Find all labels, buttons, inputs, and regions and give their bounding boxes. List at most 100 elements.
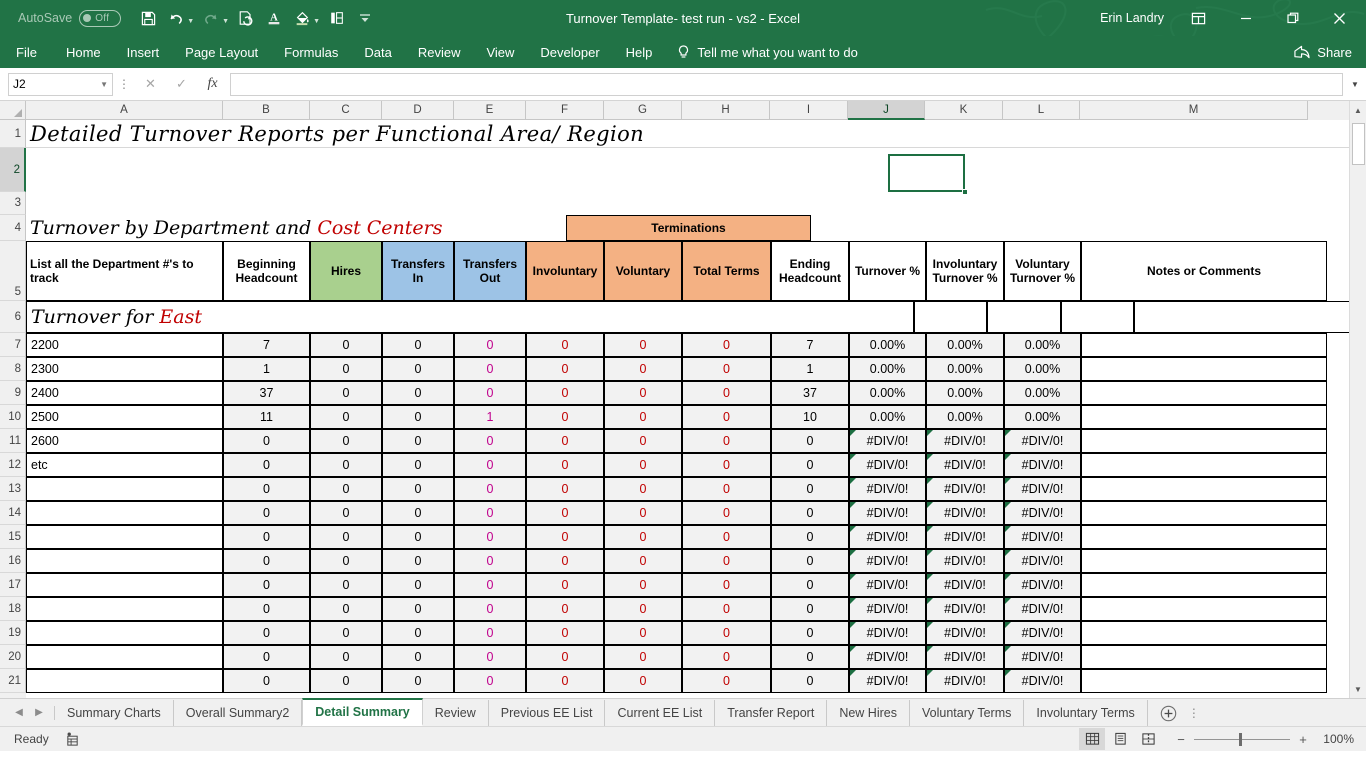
cell-notes[interactable]: [1081, 645, 1327, 669]
row-header-11[interactable]: 11: [0, 429, 26, 453]
cell-xout[interactable]: 0: [454, 429, 526, 453]
cell-ending[interactable]: 0: [771, 501, 849, 525]
formula-bar-grip[interactable]: ⋮: [113, 77, 135, 91]
cell-to_pct[interactable]: 0.00%: [849, 333, 926, 357]
region-header-cell[interactable]: Turnover for East: [26, 301, 914, 333]
sheet-tab-review[interactable]: Review: [423, 700, 489, 726]
cell-invol_pct[interactable]: #DIV/0!: [926, 453, 1004, 477]
cell-invol[interactable]: 0: [526, 357, 604, 381]
cell-xout[interactable]: 0: [454, 453, 526, 477]
cell-ending[interactable]: 37: [771, 381, 849, 405]
cell-dept[interactable]: [26, 669, 223, 693]
cell-invol_pct[interactable]: #DIV/0!: [926, 429, 1004, 453]
vertical-scroll-thumb[interactable]: [1352, 123, 1365, 165]
customize-quick-access-toolbar-icon[interactable]: [352, 5, 378, 31]
cell-vol[interactable]: 0: [604, 381, 682, 405]
cell-invol[interactable]: 0: [526, 669, 604, 693]
undo-dropdown-icon[interactable]: ▼: [187, 18, 194, 25]
cell-to_pct[interactable]: #DIV/0!: [849, 429, 926, 453]
cell-ending[interactable]: 0: [771, 549, 849, 573]
cell-to_pct[interactable]: 0.00%: [849, 381, 926, 405]
cell-total[interactable]: 0: [682, 381, 771, 405]
cell-invol_pct[interactable]: 0.00%: [926, 405, 1004, 429]
cell-ending[interactable]: 0: [771, 477, 849, 501]
cell-invol[interactable]: 0: [526, 621, 604, 645]
column-header-b[interactable]: B: [223, 101, 310, 120]
cell-begin[interactable]: 0: [223, 525, 310, 549]
cell-invol[interactable]: 0: [526, 525, 604, 549]
ribbon-tab-page-layout[interactable]: Page Layout: [172, 36, 271, 68]
column-header-a[interactable]: A: [26, 101, 223, 120]
cell-ending[interactable]: 0: [771, 429, 849, 453]
cell-dept[interactable]: [26, 549, 223, 573]
cell-invol_pct[interactable]: #DIV/0!: [926, 501, 1004, 525]
name-box-dropdown-icon[interactable]: ▼: [100, 80, 108, 89]
sheet-tab-detail-summary[interactable]: Detail Summary: [302, 698, 422, 726]
row-header-1[interactable]: 1: [0, 120, 26, 148]
cell-notes[interactable]: [1081, 621, 1327, 645]
cell-xout[interactable]: 0: [454, 357, 526, 381]
fill-color-icon[interactable]: [289, 5, 315, 31]
cell-vol_pct[interactable]: #DIV/0!: [1004, 573, 1081, 597]
row-header-20[interactable]: 20: [0, 645, 26, 669]
ribbon-tab-developer[interactable]: Developer: [527, 36, 612, 68]
cells-area[interactable]: Detailed Turnover Reports per Functional…: [26, 120, 1366, 698]
region-spacer-l[interactable]: [1061, 301, 1134, 333]
redo-icon[interactable]: [198, 5, 224, 31]
cell-hires[interactable]: 0: [310, 645, 382, 669]
cell-xin[interactable]: 0: [382, 405, 454, 429]
ribbon-tab-insert[interactable]: Insert: [114, 36, 173, 68]
cell-ending[interactable]: 0: [771, 453, 849, 477]
cell-hires[interactable]: 0: [310, 333, 382, 357]
region-spacer-k[interactable]: [987, 301, 1061, 333]
row-header-3[interactable]: 3: [0, 192, 26, 215]
cell-vol[interactable]: 0: [604, 669, 682, 693]
cell-notes[interactable]: [1081, 669, 1327, 693]
cell-vol[interactable]: 0: [604, 333, 682, 357]
cell-invol[interactable]: 0: [526, 597, 604, 621]
cell-xout[interactable]: 0: [454, 621, 526, 645]
cell-begin[interactable]: 7: [223, 333, 310, 357]
formula-input[interactable]: [230, 73, 1343, 96]
cell-invol[interactable]: 0: [526, 333, 604, 357]
cell-to_pct[interactable]: #DIV/0!: [849, 669, 926, 693]
refresh-export-icon[interactable]: [233, 5, 259, 31]
cell-notes[interactable]: [1081, 501, 1327, 525]
cell-total[interactable]: 0: [682, 621, 771, 645]
share-button[interactable]: Share: [1284, 36, 1366, 68]
cell-vol_pct[interactable]: #DIV/0!: [1004, 429, 1081, 453]
row-header-8[interactable]: 8: [0, 357, 26, 381]
cell-dept[interactable]: 2600: [26, 429, 223, 453]
font-color-icon[interactable]: A: [261, 5, 287, 31]
cell-begin[interactable]: 0: [223, 477, 310, 501]
cell-begin[interactable]: 0: [223, 549, 310, 573]
zoom-out-button[interactable]: −: [1175, 732, 1187, 747]
cell-to_pct[interactable]: #DIV/0!: [849, 525, 926, 549]
cell-notes[interactable]: [1081, 381, 1327, 405]
column-header-m[interactable]: M: [1080, 101, 1308, 120]
cell-vol[interactable]: 0: [604, 453, 682, 477]
cell-total[interactable]: 0: [682, 477, 771, 501]
expand-formula-bar-icon[interactable]: ▼: [1347, 80, 1363, 89]
cell-total[interactable]: 0: [682, 333, 771, 357]
fill-color-dropdown-icon[interactable]: ▼: [313, 18, 320, 25]
cell-xin[interactable]: 0: [382, 573, 454, 597]
cell-ending[interactable]: 10: [771, 405, 849, 429]
cell-invol_pct[interactable]: #DIV/0!: [926, 645, 1004, 669]
cell-vol_pct[interactable]: #DIV/0!: [1004, 645, 1081, 669]
cell-vol[interactable]: 0: [604, 525, 682, 549]
cell-ending[interactable]: 0: [771, 669, 849, 693]
cell-total[interactable]: 0: [682, 549, 771, 573]
page-layout-view-icon[interactable]: [1107, 728, 1133, 750]
cell-invol[interactable]: 0: [526, 381, 604, 405]
cell-invol[interactable]: 0: [526, 405, 604, 429]
cell-dept[interactable]: [26, 645, 223, 669]
accessibility-checker-icon[interactable]: [65, 732, 80, 747]
cell-vol_pct[interactable]: #DIV/0!: [1004, 621, 1081, 645]
cell-vol[interactable]: 0: [604, 549, 682, 573]
cell-total[interactable]: 0: [682, 573, 771, 597]
cell-dept[interactable]: [26, 597, 223, 621]
cell-ending[interactable]: 0: [771, 573, 849, 597]
cell-invol_pct[interactable]: 0.00%: [926, 357, 1004, 381]
cell-xin[interactable]: 0: [382, 453, 454, 477]
